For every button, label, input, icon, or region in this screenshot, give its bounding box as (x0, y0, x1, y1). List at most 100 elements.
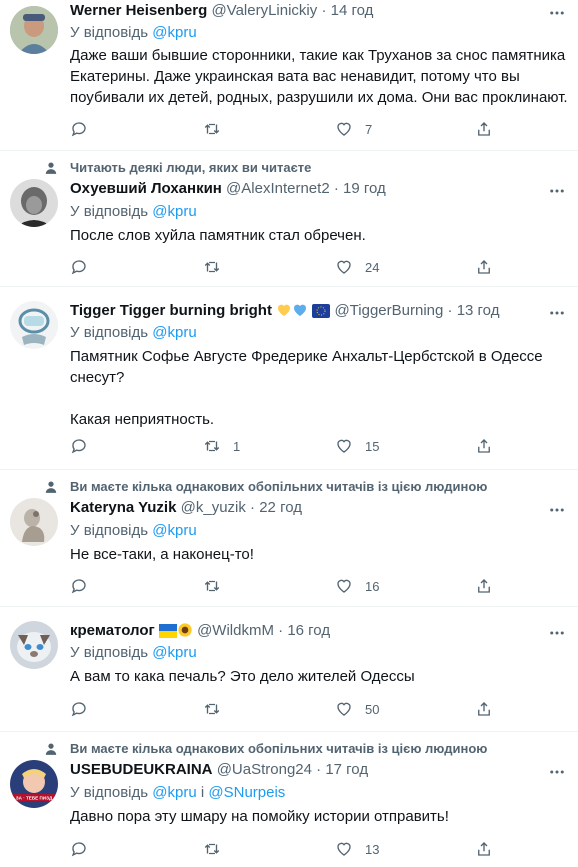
tweet-actions: 24 (70, 257, 500, 277)
retweet-button[interactable]: 1 (203, 436, 240, 456)
retweet-button[interactable] (203, 699, 233, 719)
author-name[interactable]: USEBUDEUKRAINA (70, 761, 213, 778)
tweet[interactable]: Werner Heisenberg @ValeryLinickiy · 14 г… (0, 0, 578, 151)
share-button[interactable] (475, 699, 493, 719)
mention-link[interactable]: @kpru (152, 644, 196, 661)
author-handle[interactable]: @UaStrong24 (217, 761, 312, 778)
mention-link[interactable]: @kpru (152, 24, 196, 41)
more-options-icon[interactable] (548, 763, 566, 781)
author-name[interactable]: крематолог (70, 622, 155, 639)
avatar-image (10, 6, 58, 54)
like-button[interactable]: 24 (335, 257, 379, 277)
mention-link[interactable]: @kpru (152, 203, 196, 220)
like-count: 7 (365, 121, 373, 137)
reply-icon (71, 439, 86, 454)
tweet-header: крематолог @WildkmM · 16 год (70, 621, 330, 644)
mention-link[interactable]: @kpru (152, 522, 196, 539)
heart-icon (337, 439, 351, 453)
author-handle[interactable]: @AlexInternet2 (226, 180, 330, 197)
yellow-heart-icon (276, 302, 292, 324)
timestamp[interactable]: 22 год (259, 499, 302, 516)
reply-prefix: У відповідь (70, 203, 149, 220)
author-handle[interactable]: @WildkmM (197, 622, 274, 639)
mention-link[interactable]: @kpru (152, 784, 196, 801)
heart-icon (337, 842, 351, 856)
more-options-icon[interactable] (548, 182, 566, 200)
reply-button[interactable] (70, 699, 100, 719)
share-button[interactable] (475, 576, 493, 596)
retweet-button[interactable] (203, 119, 233, 139)
heart-icon (337, 579, 351, 593)
like-button[interactable]: 50 (335, 699, 379, 719)
tweet-feed: Werner Heisenberg @ValeryLinickiy · 14 г… (0, 0, 578, 867)
mention-link-2[interactable]: @SNurpeis (208, 784, 285, 801)
like-button[interactable]: 15 (335, 436, 379, 456)
share-button[interactable] (475, 119, 493, 139)
author-handle[interactable]: @k_yuzik (181, 499, 246, 516)
reply-button[interactable] (70, 257, 100, 277)
reply-button[interactable] (70, 119, 100, 139)
share-button[interactable] (475, 436, 493, 456)
timestamp[interactable]: 17 год (325, 761, 368, 778)
author-name[interactable]: Kateryna Yuzik (70, 499, 176, 516)
tweet[interactable]: Читають деякі люди, яких ви читаєте Охуе… (0, 151, 578, 287)
avatar[interactable] (10, 301, 58, 349)
author-name[interactable]: Tigger Tigger burning bright (70, 302, 272, 319)
avatar-image: ЗА · ТЕБЕ ПИЗД (10, 760, 58, 808)
like-button[interactable]: 13 (335, 839, 379, 859)
retweet-icon (204, 123, 220, 135)
separator-dot: · (447, 302, 453, 319)
avatar[interactable] (10, 6, 58, 54)
separator-dot: · (333, 180, 339, 197)
person-icon (45, 481, 57, 493)
tweet[interactable]: Ви маєте кілька однакових обопільних чит… (0, 732, 578, 867)
timestamp[interactable]: 16 год (287, 622, 330, 639)
tweet[interactable]: Ви маєте кілька однакових обопільних чит… (0, 470, 578, 607)
reply-prefix: У відповідь (70, 522, 149, 539)
reply-button[interactable] (70, 839, 100, 859)
mention-link[interactable]: @kpru (152, 324, 196, 341)
author-name[interactable]: Охуевший Лоханкин (70, 180, 222, 197)
more-options-icon[interactable] (548, 624, 566, 642)
like-count: 15 (365, 438, 380, 454)
retweet-button[interactable] (203, 576, 233, 596)
avatar-image (10, 621, 58, 669)
like-button[interactable]: 16 (335, 576, 379, 596)
more-options-icon[interactable] (548, 501, 566, 519)
timestamp[interactable]: 14 год (331, 2, 374, 19)
like-button[interactable]: 7 (335, 119, 372, 139)
avatar[interactable] (10, 498, 58, 546)
separator-dot: · (321, 2, 327, 19)
retweet-button[interactable] (203, 257, 233, 277)
reply-joiner: і (200, 784, 205, 801)
reply-button[interactable] (70, 436, 100, 456)
share-button[interactable] (475, 839, 493, 859)
author-name[interactable]: Werner Heisenberg (70, 2, 207, 19)
tweet-text: Не все-таки, а наконец-то! (70, 546, 254, 563)
timestamp[interactable]: 19 год (343, 180, 386, 197)
more-options-icon[interactable] (548, 4, 566, 22)
separator-dot: · (316, 761, 322, 778)
reply-icon (71, 260, 86, 275)
author-handle[interactable]: @ValeryLinickiy (211, 2, 317, 19)
retweet-button[interactable] (203, 839, 233, 859)
eu-flag-icon (312, 304, 331, 324)
separator-dot: · (278, 622, 284, 639)
more-options-icon[interactable] (548, 304, 566, 322)
reply-button[interactable] (70, 576, 100, 596)
share-button[interactable] (475, 257, 493, 277)
tweet[interactable]: крематолог @WildkmM · 16 год У відповідь… (0, 607, 578, 732)
blue-heart-icon (292, 302, 308, 324)
ukraine-flag-icon (158, 624, 177, 644)
avatar[interactable] (10, 621, 58, 669)
avatar[interactable]: ЗА · ТЕБЕ ПИЗД (10, 760, 58, 808)
avatar[interactable] (10, 179, 58, 227)
tweet[interactable]: Tigger Tigger burning bright @TiggerBurn… (0, 287, 578, 470)
tweet-actions: 50 (70, 699, 500, 719)
author-handle[interactable]: @TiggerBurning (334, 302, 443, 319)
tweet-header: Tigger Tigger burning bright @TiggerBurn… (70, 301, 499, 324)
tweet-actions: 1 15 (70, 436, 500, 456)
tweet-text: Давно пора эту шмару на помойку истории … (70, 808, 449, 825)
tweet-text: А вам то кака печаль? Это дело жителей О… (70, 668, 415, 685)
timestamp[interactable]: 13 год (457, 302, 500, 319)
